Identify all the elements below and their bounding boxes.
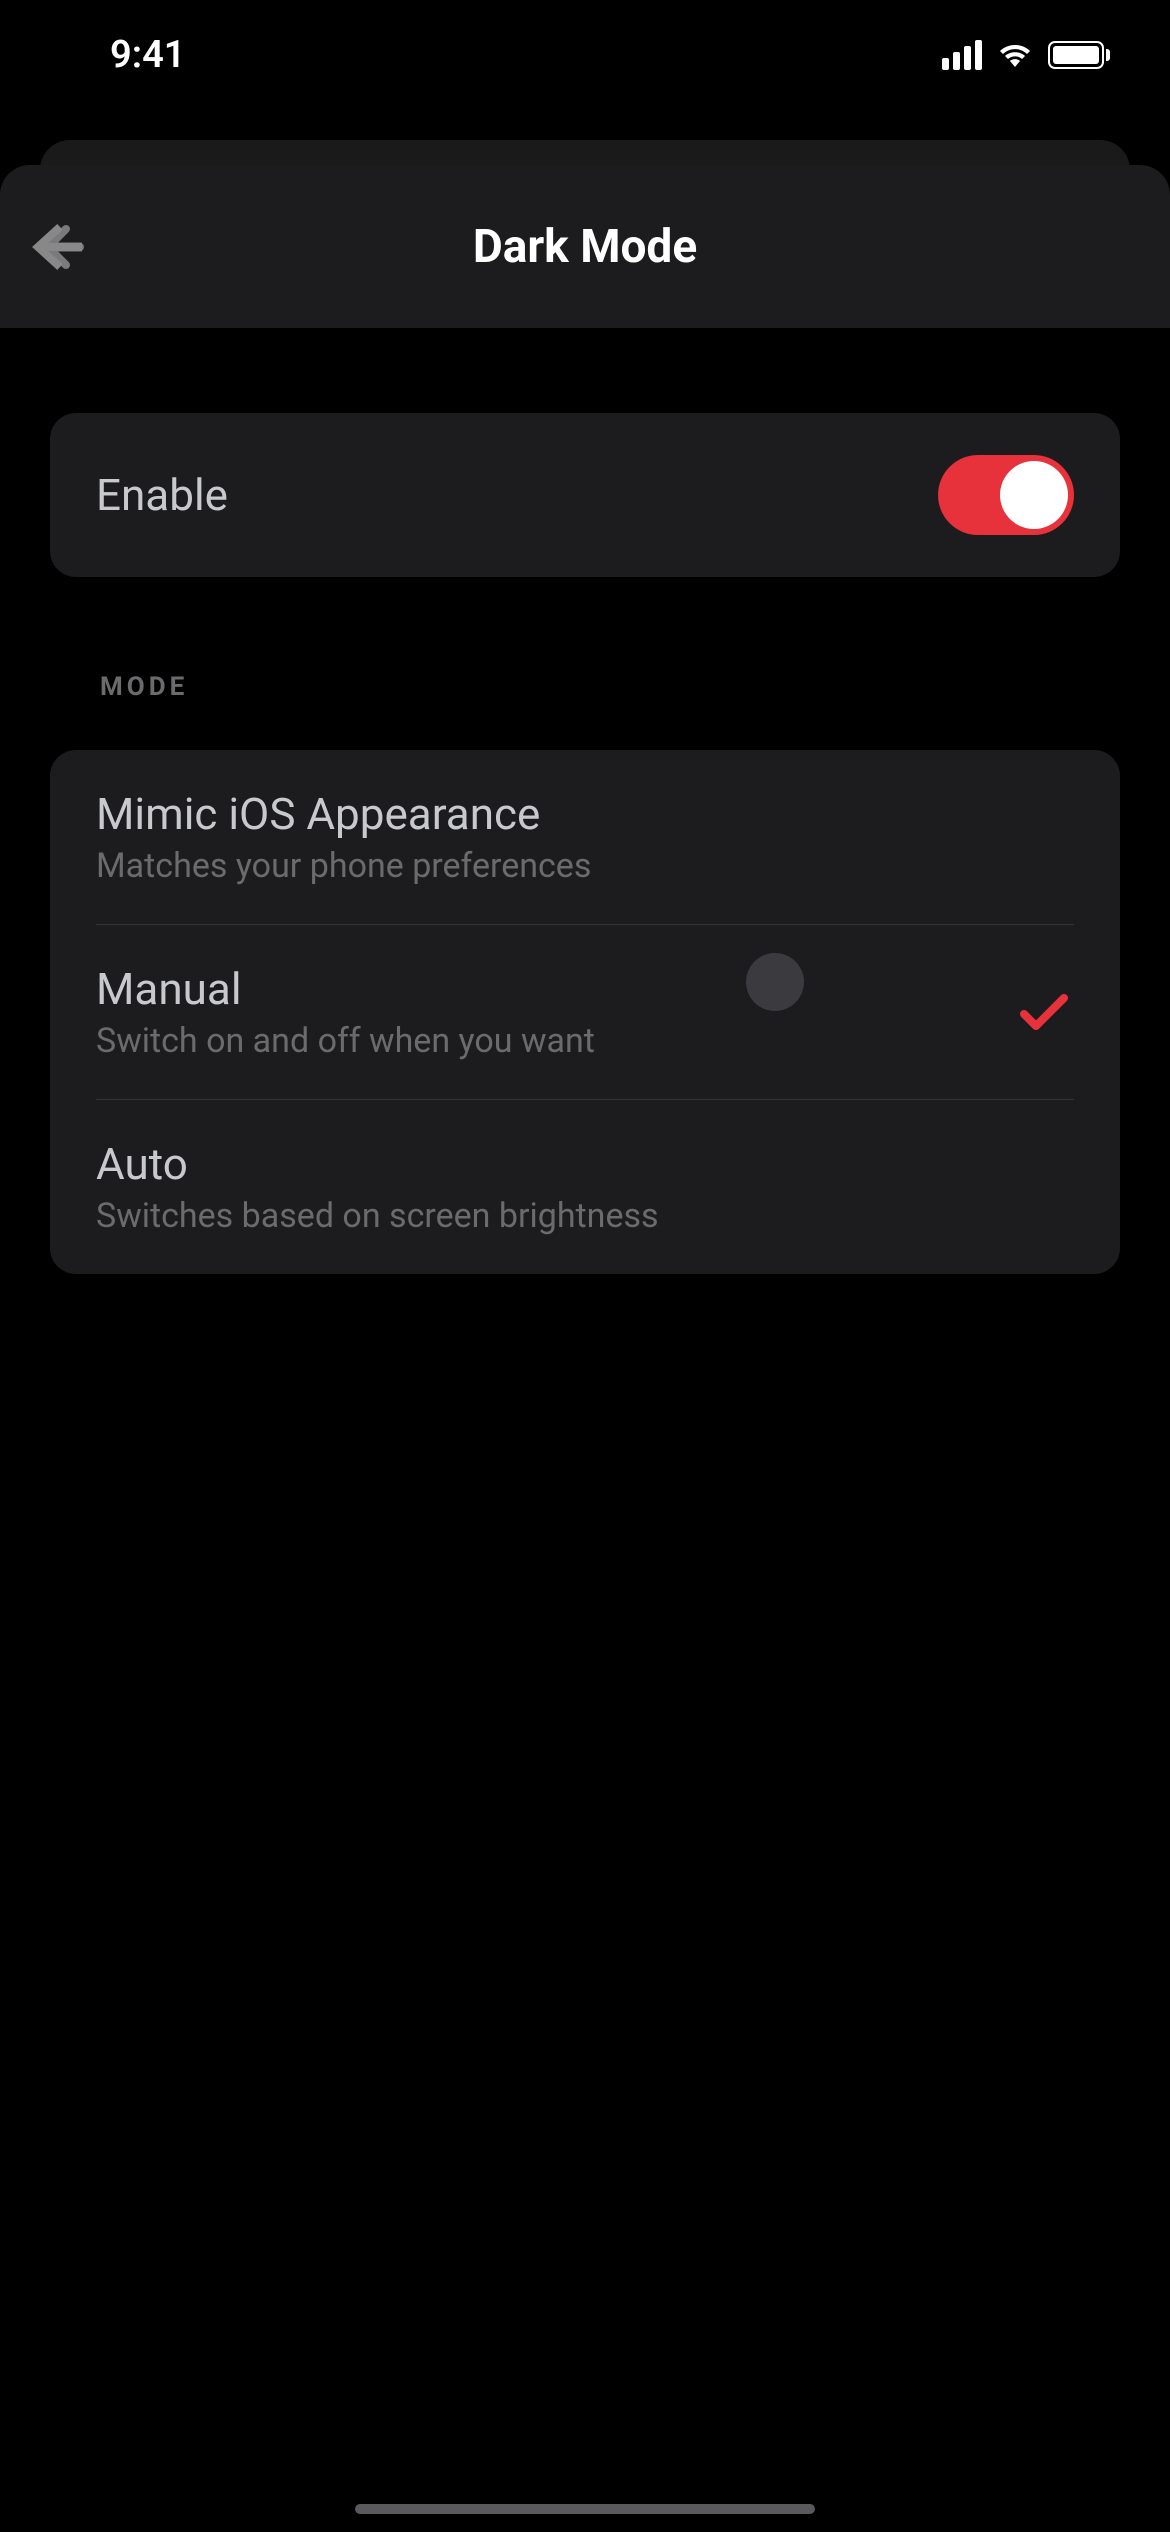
mode-option-mimic[interactable]: Mimic iOS Appearance Matches your phone … xyxy=(96,750,1074,925)
mode-title: Auto xyxy=(96,1138,1074,1190)
battery-icon xyxy=(1048,41,1110,69)
mode-section-header: MODE xyxy=(100,672,1120,702)
page-header: Dark Mode xyxy=(0,165,1170,328)
mode-subtitle: Switches based on screen brightness xyxy=(96,1196,1074,1236)
mode-text: Auto Switches based on screen brightness xyxy=(96,1138,1074,1236)
mode-list: Mimic iOS Appearance Matches your phone … xyxy=(50,750,1120,1274)
mode-option-manual[interactable]: Manual Switch on and off when you want xyxy=(96,925,1074,1100)
mode-title: Manual xyxy=(96,963,1014,1015)
wifi-icon xyxy=(996,41,1034,69)
home-indicator xyxy=(355,2504,815,2514)
page-title: Dark Mode xyxy=(473,220,697,274)
mode-subtitle: Switch on and off when you want xyxy=(96,1021,1014,1061)
mode-option-auto[interactable]: Auto Switches based on screen brightness xyxy=(96,1100,1074,1274)
status-bar: 9:41 xyxy=(0,0,1170,110)
check-icon xyxy=(1014,982,1074,1042)
back-button[interactable] xyxy=(20,207,100,287)
status-icons xyxy=(942,40,1110,70)
arrow-left-icon xyxy=(30,221,90,273)
status-time: 9:41 xyxy=(110,33,185,77)
enable-label: Enable xyxy=(96,469,228,521)
mode-text: Mimic iOS Appearance Matches your phone … xyxy=(96,788,1074,886)
cellular-icon xyxy=(942,40,982,70)
mode-subtitle: Matches your phone preferences xyxy=(96,846,1074,886)
enable-card: Enable xyxy=(50,413,1120,577)
content: Enable MODE Mimic iOS Appearance Matches… xyxy=(0,328,1170,1274)
mode-title: Mimic iOS Appearance xyxy=(96,788,1074,840)
toggle-knob xyxy=(1000,461,1068,529)
mode-text: Manual Switch on and off when you want xyxy=(96,963,1014,1061)
enable-toggle[interactable] xyxy=(938,455,1074,535)
